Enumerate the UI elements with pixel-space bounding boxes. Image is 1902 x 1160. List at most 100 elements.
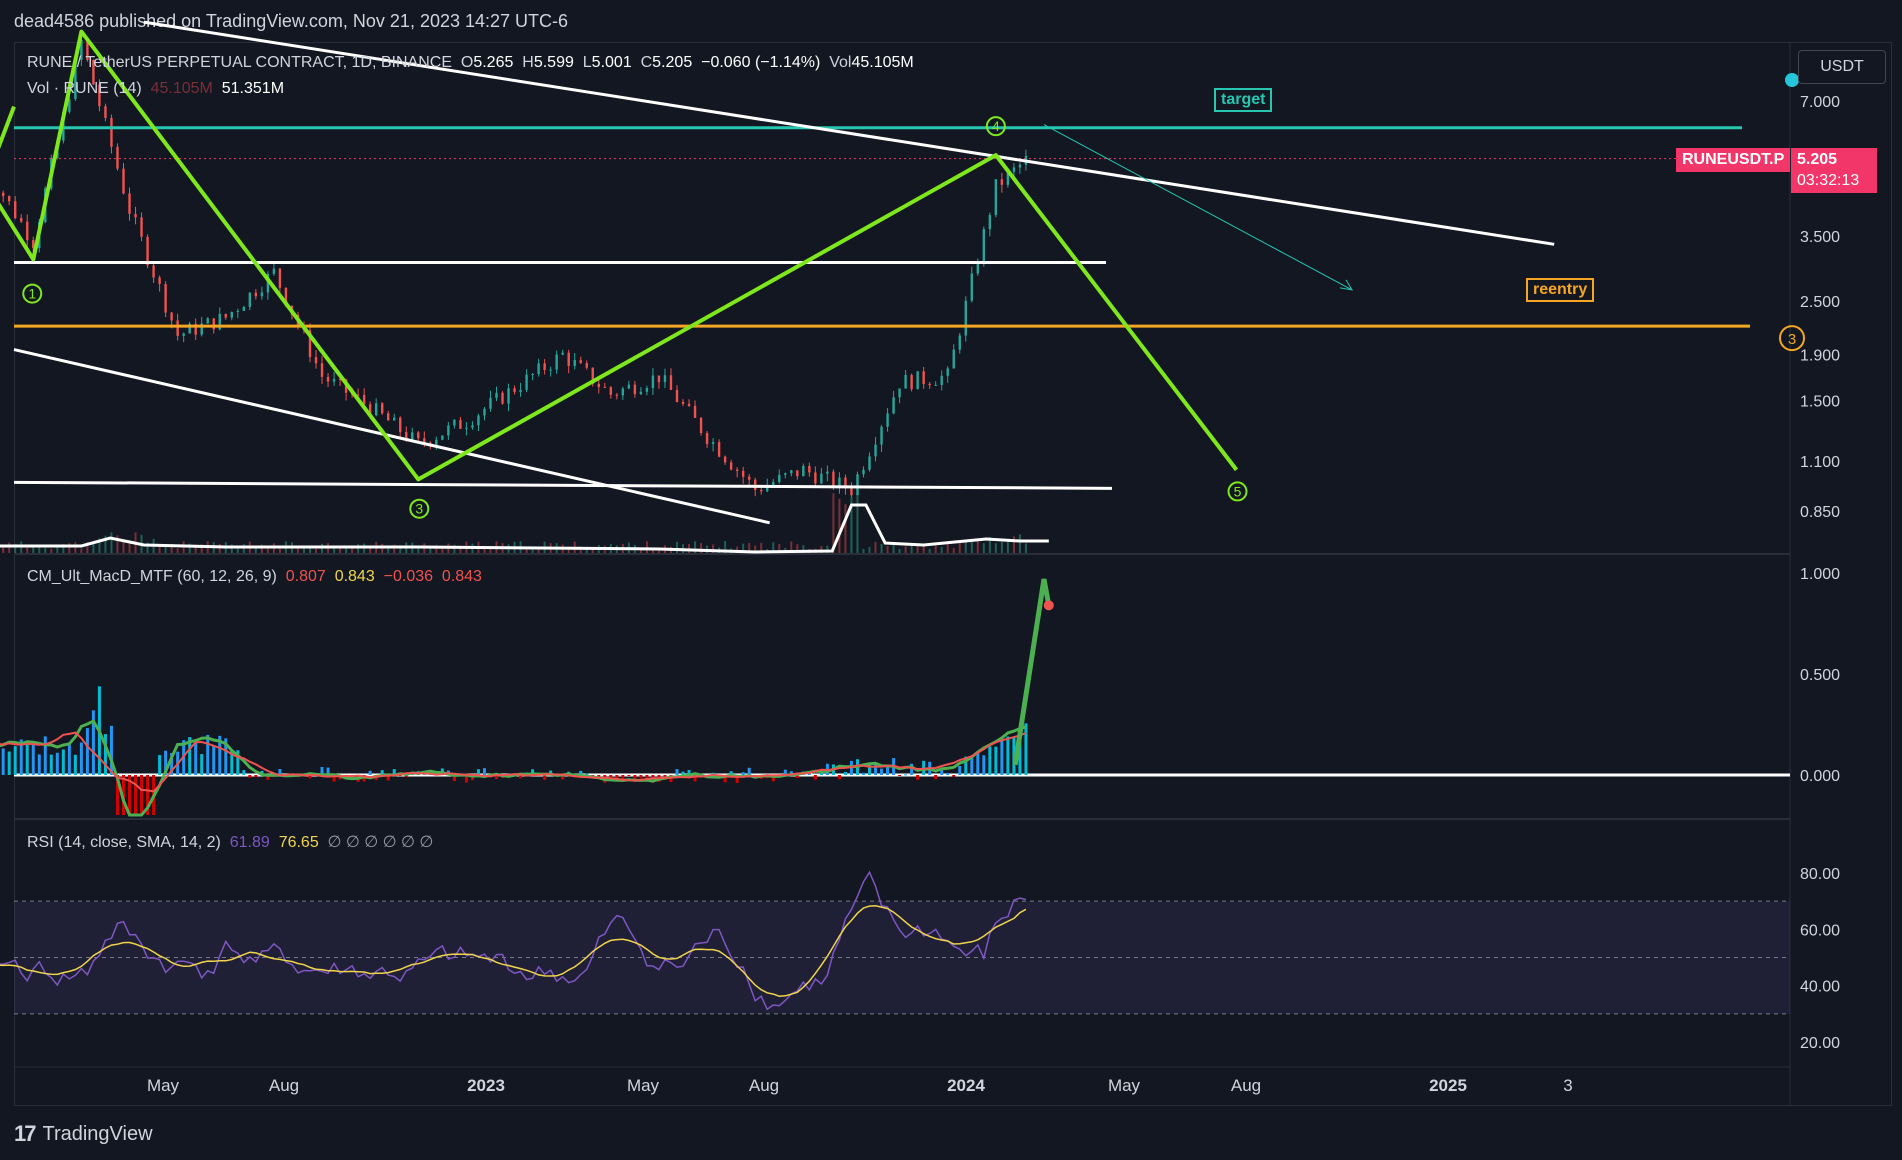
candle-body [525, 374, 528, 390]
volume-bar [74, 542, 77, 553]
candle-body [717, 442, 721, 457]
main-legend: RUNE / TetherUS PERPETUAL CONTRACT, 1D, … [27, 54, 914, 72]
candle-body [609, 387, 613, 395]
candle-body [320, 363, 324, 377]
candle-body [772, 482, 775, 486]
volume-bar [218, 543, 221, 553]
candles-group [1, 36, 1028, 501]
candle-body [332, 378, 336, 382]
volume-bar [645, 541, 648, 553]
currency-button[interactable]: USDT [1798, 50, 1886, 84]
price-tick-label: 2.500 [1800, 294, 1840, 311]
macd-hist-bar [482, 768, 486, 775]
candle-body [988, 215, 992, 230]
macd-tick-label: 0.000 [1800, 768, 1840, 785]
macd-hist-bar [1024, 723, 1028, 775]
candle-body [170, 312, 173, 321]
candle-body [898, 388, 901, 398]
macd-hist-bar [952, 775, 956, 777]
volume-bar [952, 548, 955, 553]
open-label: O [460, 54, 474, 71]
volume-bar [50, 548, 53, 553]
candle-body [760, 489, 763, 492]
candle-body [465, 427, 468, 429]
reentry-marker-text: 3 [1788, 331, 1796, 348]
candle-body [820, 473, 823, 484]
tradingview-brand[interactable]: TradingView [42, 1123, 152, 1146]
target-label[interactable]: target [1214, 88, 1273, 112]
macd-hist-bar [843, 771, 847, 775]
candle-body [236, 310, 240, 313]
volume-bar [38, 546, 41, 553]
candle-body [242, 306, 246, 311]
rsi-legend: RSI (14, close, SMA, 14, 2) 61.89 76.65 … [27, 832, 433, 852]
candle-body [399, 417, 402, 433]
vol-value: 45.105M [851, 54, 914, 71]
candle-body [116, 146, 119, 169]
candle-body [958, 335, 961, 350]
macd-hist-bar [910, 763, 914, 775]
time-tick-label: 2024 [947, 1076, 985, 1095]
candle-body [784, 473, 787, 475]
high-value: 5.599 [533, 54, 574, 71]
candle-body [134, 213, 137, 218]
volume-bar [904, 546, 907, 553]
volume-bar [970, 541, 973, 553]
macd-hist-bar [25, 743, 29, 775]
candle-body [952, 349, 955, 369]
volume-bar [158, 546, 161, 553]
rsi-indicator-label[interactable]: RSI (14, close, SMA, 14, 2) [27, 834, 221, 851]
macd-hist-bar [946, 772, 950, 775]
macd-hist-bar [994, 746, 998, 775]
macd-hist-bar [916, 775, 920, 780]
macd-hist-bar [1, 748, 5, 775]
candle-body [808, 466, 811, 473]
candle-body [705, 433, 709, 444]
candle-body [128, 193, 131, 214]
candle-body [669, 375, 673, 390]
volume-bar [976, 539, 979, 553]
rsi-value: 61.89 [229, 834, 270, 851]
rsi-tick-label: 80.00 [1800, 866, 1840, 883]
candle-body [699, 417, 703, 434]
candle-body [597, 383, 600, 387]
macd-hist-bar [368, 770, 372, 775]
time-tick-label: May [1108, 1076, 1141, 1095]
symbol-title[interactable]: RUNE / TetherUS PERPETUAL CONTRACT, 1D, … [27, 54, 452, 71]
macd-indicator-label[interactable]: CM_Ult_MacD_MTF (60, 12, 26, 9) [27, 568, 277, 585]
candle-body [826, 471, 829, 474]
rsi-tick-label: 40.00 [1800, 979, 1840, 996]
candle-body [224, 313, 227, 318]
macd-hist-bar [1006, 736, 1010, 775]
volume-bar [934, 545, 937, 553]
low-label: L [582, 54, 592, 71]
candle-body [910, 374, 913, 390]
macd-hist-bar [254, 775, 258, 778]
candle-body [110, 117, 113, 147]
candle-body [735, 469, 739, 471]
change-value: −0.060 (−1.14%) [701, 54, 821, 71]
candle-body [1000, 179, 1004, 185]
volume-indicator-label[interactable]: Vol · RUNE (14) [27, 80, 142, 97]
candle-body [362, 395, 366, 405]
candle-body [814, 472, 817, 484]
candle-body [411, 432, 414, 440]
candle-body [681, 401, 685, 404]
volume-bar [345, 547, 348, 553]
macd-hist-bar [958, 765, 962, 775]
candle-body [928, 383, 931, 386]
macd-hist-bar [194, 743, 198, 775]
volume-bar [8, 542, 11, 553]
time-tick-label: May [627, 1076, 660, 1095]
open-value: 5.265 [473, 54, 514, 71]
candle-body [561, 352, 564, 355]
candle-body [501, 392, 504, 404]
candle-body [802, 466, 805, 477]
vol-label: Vol [829, 54, 852, 71]
macd-hist-bar [13, 746, 17, 775]
candle-body [122, 168, 125, 194]
candle-body [104, 106, 107, 118]
volume-bar [982, 543, 985, 553]
reentry-label[interactable]: reentry [1526, 278, 1595, 302]
candle-body [531, 373, 534, 375]
